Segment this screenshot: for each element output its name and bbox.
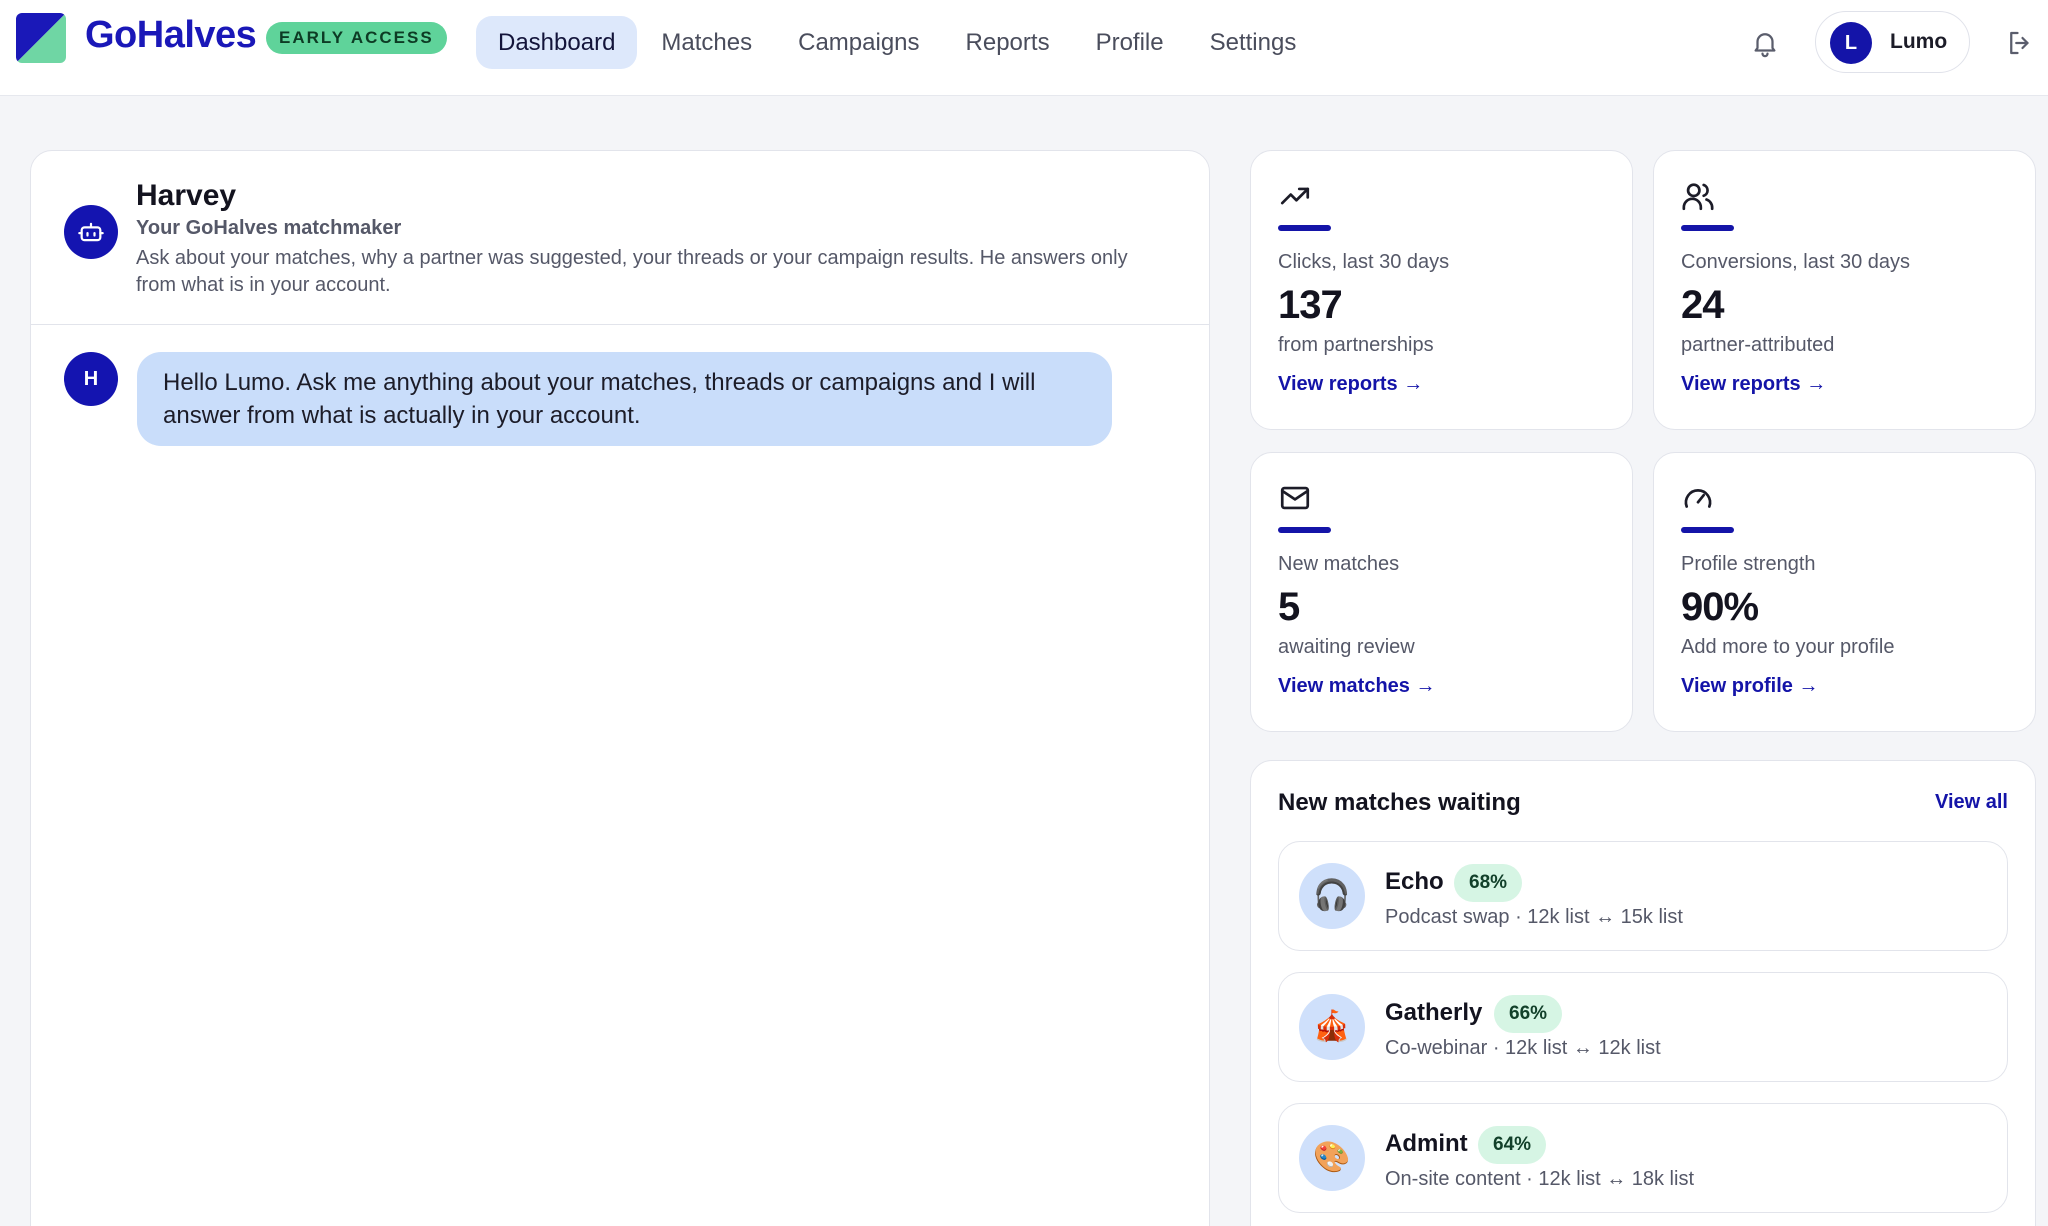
match-score-badge: 68%	[1454, 864, 1523, 902]
match-name: Gatherly	[1385, 999, 1483, 1026]
message-avatar: H	[64, 352, 118, 406]
panel-title: New matches waiting	[1278, 789, 1521, 816]
gauge-icon	[1681, 481, 1715, 515]
view-profile-link[interactable]: View profile →	[1681, 675, 1818, 698]
match-card-gatherly[interactable]: 🎪 Gatherly 66% Co-webinar · 12k list ↔ 1…	[1278, 972, 2008, 1082]
stat-subtext: Add more to your profile	[1681, 636, 1895, 658]
match-meta: Podcast swap · 12k list ↔ 15k list	[1385, 906, 1683, 928]
logo-icon[interactable]	[16, 13, 66, 63]
stat-accent-bar	[1681, 225, 1734, 231]
match-score-badge: 64%	[1478, 1126, 1547, 1164]
assistant-header: Harvey Your GoHalves matchmaker Ask abou…	[31, 151, 1209, 325]
logout-icon[interactable]	[2005, 28, 2035, 58]
stat-value: 5	[1278, 585, 1300, 629]
new-matches-panel: New matches waiting View all 🎧 Echo 68% …	[1250, 760, 2036, 1226]
nav-reports[interactable]: Reports	[944, 16, 1072, 69]
match-score-badge: 66%	[1494, 995, 1563, 1033]
stat-subtext: partner-attributed	[1681, 334, 1835, 356]
mail-icon	[1278, 481, 1312, 515]
user-name: Lumo	[1890, 30, 1948, 53]
nav-dashboard[interactable]: Dashboard	[476, 16, 638, 69]
assistant-name: Harvey	[136, 179, 237, 212]
stat-value: 137	[1278, 283, 1343, 327]
assistant-description: Ask about your matches, why a partner wa…	[136, 247, 1128, 296]
match-name: Admint	[1385, 1130, 1468, 1157]
match-card-echo[interactable]: 🎧 Echo 68% Podcast swap · 12k list ↔ 15k…	[1278, 841, 2008, 951]
stat-label: New matches	[1278, 553, 1400, 575]
bell-icon[interactable]	[1750, 28, 1780, 58]
stat-value: 24	[1681, 283, 1724, 327]
match-meta: Co-webinar · 12k list ↔ 12k list	[1385, 1037, 1661, 1059]
view-reports-link[interactable]: View reports →	[1681, 373, 1826, 396]
stat-label: Profile strength	[1681, 553, 1816, 575]
match-meta: On-site content · 12k list ↔ 18k list	[1385, 1168, 1695, 1190]
view-all-link[interactable]: View all	[1935, 791, 2008, 814]
view-reports-link[interactable]: View reports →	[1278, 373, 1423, 396]
nav-settings[interactable]: Settings	[1188, 16, 1319, 69]
view-matches-link[interactable]: View matches →	[1278, 675, 1435, 698]
robot-icon	[64, 205, 118, 259]
headphones-icon: 🎧	[1299, 863, 1365, 929]
brand-name[interactable]: GoHalves	[85, 14, 257, 57]
chat-message: Hello Lumo. Ask me anything about your m…	[137, 352, 1112, 446]
stat-label: Conversions, last 30 days	[1681, 251, 1911, 273]
stat-card-new-matches: New matches 5 awaiting review View match…	[1250, 452, 1633, 732]
stat-accent-bar	[1278, 527, 1331, 533]
stat-card-profile-strength: Profile strength 90% Add more to your pr…	[1653, 452, 2036, 732]
stat-accent-bar	[1681, 527, 1734, 533]
stat-card-clicks: Clicks, last 30 days 137 from partnershi…	[1250, 150, 1633, 430]
stat-subtext: awaiting review	[1278, 636, 1415, 658]
palette-icon: 🎨	[1299, 1125, 1365, 1191]
early-access-badge: EARLY ACCESS	[266, 22, 447, 54]
stat-accent-bar	[1278, 225, 1331, 231]
circus-tent-icon: 🎪	[1299, 994, 1365, 1060]
stat-subtext: from partnerships	[1278, 334, 1434, 356]
avatar: L	[1830, 22, 1872, 64]
top-bar: GoHalves EARLY ACCESS Dashboard Matches …	[0, 0, 2048, 96]
stat-label: Clicks, last 30 days	[1278, 251, 1450, 273]
nav-matches[interactable]: Matches	[639, 16, 774, 69]
nav-profile[interactable]: Profile	[1074, 16, 1186, 69]
nav-campaigns[interactable]: Campaigns	[776, 16, 941, 69]
match-name: Echo	[1385, 868, 1444, 895]
stat-card-conversions: Conversions, last 30 days 24 partner-att…	[1653, 150, 2036, 430]
stat-value: 90%	[1681, 585, 1759, 629]
users-icon	[1681, 179, 1715, 213]
assistant-role: Your GoHalves matchmaker	[136, 217, 402, 239]
main-nav: Dashboard Matches Campaigns Reports Prof…	[476, 16, 1320, 69]
user-menu-button[interactable]: L Lumo	[1815, 11, 1970, 73]
trend-up-icon	[1278, 179, 1312, 213]
assistant-chat-panel: Harvey Your GoHalves matchmaker Ask abou…	[30, 150, 1210, 1226]
match-card-admint[interactable]: 🎨 Admint 64% On-site content · 12k list …	[1278, 1103, 2008, 1213]
